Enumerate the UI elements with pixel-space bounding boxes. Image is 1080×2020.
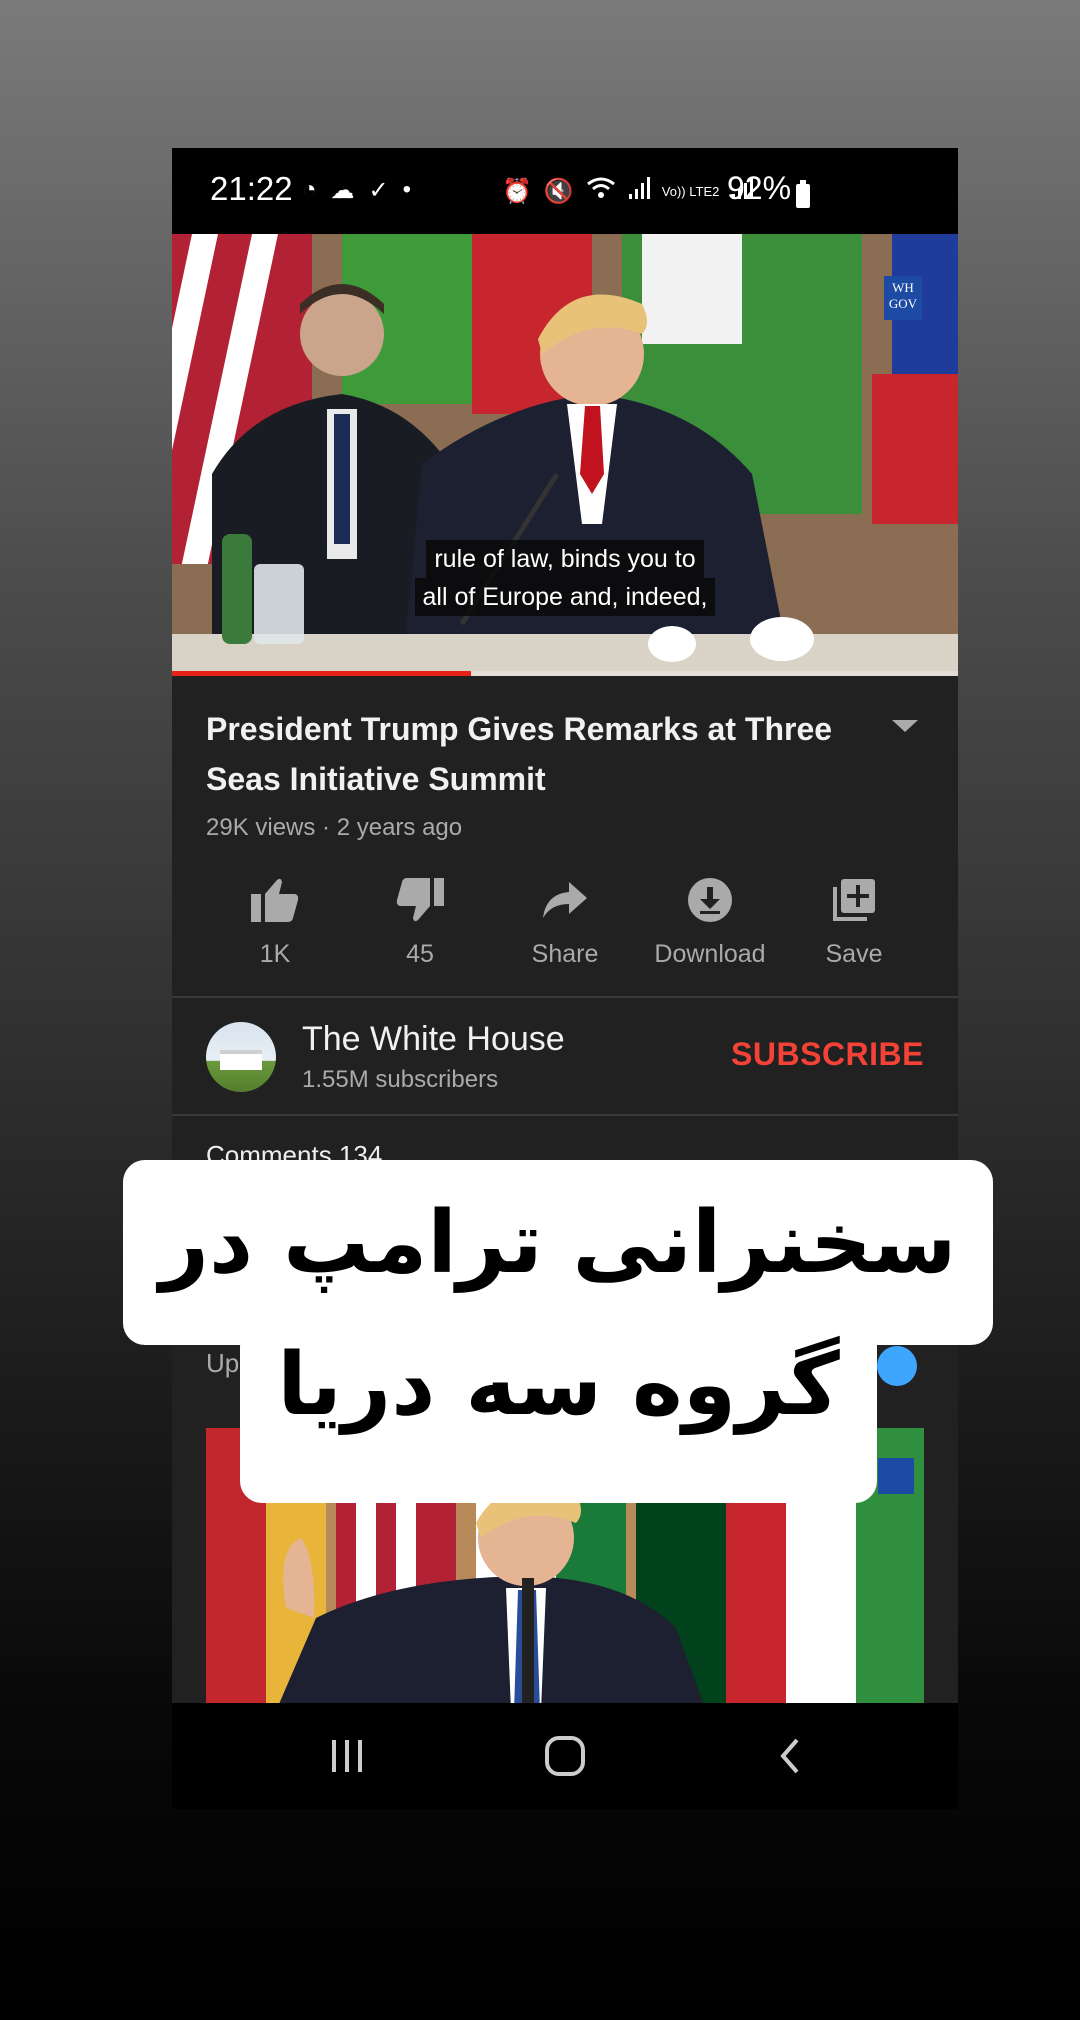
divider (172, 996, 958, 998)
wifi-icon (586, 176, 616, 207)
expand-description-icon[interactable] (892, 720, 918, 732)
dot-icon: • (402, 176, 412, 203)
system-nav-bar (172, 1703, 958, 1809)
add-to-playlist-icon (784, 868, 924, 932)
download-icon (640, 868, 780, 932)
channel-name[interactable]: The White House (302, 1020, 565, 1059)
phone-screen: 21:22 ◔ ☁ ✓ • ⏰ 🔇 Vo)) LTE2 92% WH GOV r… (172, 148, 958, 1809)
save-label: Save (825, 940, 883, 968)
up-next-label: Up (206, 1348, 240, 1378)
recent-apps-icon[interactable] (317, 1729, 377, 1783)
clock-icon: ◔ (302, 176, 317, 203)
video-player[interactable]: WH GOV rule of law, binds you to all of … (172, 234, 958, 676)
checkbox-icon: ✓ (368, 177, 389, 204)
video-progress-bar[interactable] (172, 671, 958, 676)
battery-icon (796, 180, 810, 208)
divider (172, 1114, 958, 1116)
home-icon[interactable] (535, 1729, 595, 1783)
share-icon (495, 868, 635, 932)
share-label: Share (531, 940, 599, 968)
status-right-icons: ⏰ 🔇 Vo)) LTE2 (502, 176, 754, 207)
battery-percent: 92% (727, 170, 792, 206)
thumbs-down-icon (350, 868, 490, 932)
back-icon[interactable] (760, 1729, 820, 1783)
thumbs-up-icon (205, 868, 345, 932)
story-text-line-2: گروه سه دریا (277, 1335, 840, 1435)
video-meta: 29K views · 2 years ago (206, 814, 463, 841)
save-button[interactable]: Save (784, 868, 924, 969)
mute-icon: 🔇 (543, 178, 574, 205)
action-bar: 1K 45 Share Download Save (172, 868, 958, 978)
video-progress-fill (172, 671, 471, 676)
download-label: Download (654, 940, 766, 968)
like-button[interactable]: 1K (205, 868, 345, 969)
story-text-line-1: سخنرانی ترامپ در (159, 1193, 957, 1293)
caption-line-2: all of Europe and, indeed, (414, 578, 716, 616)
share-button[interactable]: Share (495, 868, 635, 969)
dislike-count: 45 (406, 940, 434, 968)
network-label: Vo)) LTE2 (661, 184, 720, 199)
status-time: 21:22 (210, 170, 293, 207)
autoplay-toggle[interactable] (877, 1346, 917, 1386)
subscribe-button[interactable]: SUBSCRIBE (731, 1036, 924, 1073)
download-button[interactable]: Download (640, 868, 780, 969)
like-count: 1K (259, 940, 291, 968)
signal-icon (628, 176, 650, 207)
dislike-button[interactable]: 45 (350, 868, 490, 969)
caption-line-1: rule of law, binds you to (426, 540, 704, 578)
cloud-icon: ☁ (330, 177, 355, 204)
status-left-icons: ◔ ☁ ✓ • (302, 176, 411, 205)
watermark-logo: WH GOV (884, 276, 922, 320)
status-bar: 21:22 ◔ ☁ ✓ • ⏰ 🔇 Vo)) LTE2 92% (172, 148, 958, 234)
channel-avatar[interactable] (206, 1022, 276, 1092)
alarm-icon: ⏰ (502, 178, 532, 205)
video-title[interactable]: President Trump Gives Remarks at Three S… (206, 704, 866, 804)
video-caption: rule of law, binds you to all of Europe … (404, 540, 726, 616)
subscriber-count: 1.55M subscribers (302, 1066, 499, 1093)
